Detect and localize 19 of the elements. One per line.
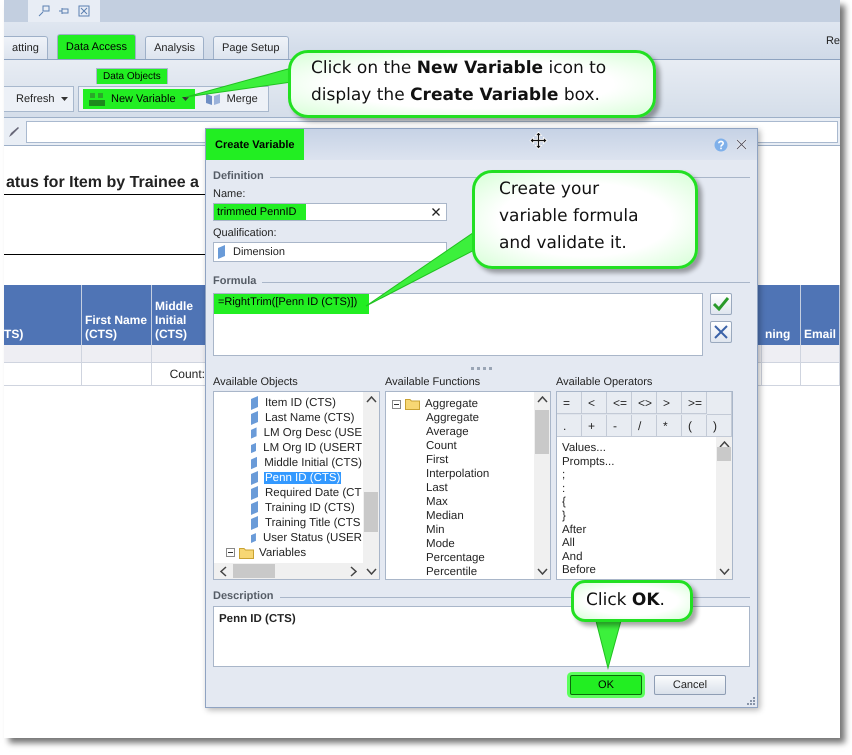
field-label: Qualification: [213, 227, 277, 239]
section-heading: Formula [213, 275, 256, 287]
panel-heading: Available Functions [385, 376, 482, 388]
description-field: Penn ID (CTS) [213, 606, 750, 667]
panel-heading: Available Operators [556, 376, 654, 388]
column-header: TS) [4, 285, 82, 345]
group-label: Data Objects [96, 68, 168, 84]
column-header: First Name (CTS) [82, 285, 152, 345]
column-header: Email [801, 285, 840, 345]
callout: Create your variable formula and validate it. [472, 170, 698, 269]
section-heading: Definition [213, 170, 264, 182]
ribbon-tab-label: Re [826, 34, 840, 46]
dialog-title: Create Variable [206, 129, 304, 160]
panel-heading: Available Objects [213, 376, 299, 388]
field-label: Name: [213, 188, 246, 200]
callout: Click OK. [571, 580, 693, 622]
callout: Click on the New Variable icon to display the Create Variable box. [288, 50, 656, 118]
column-header: ning [762, 285, 801, 345]
section-heading: Description [213, 590, 274, 602]
